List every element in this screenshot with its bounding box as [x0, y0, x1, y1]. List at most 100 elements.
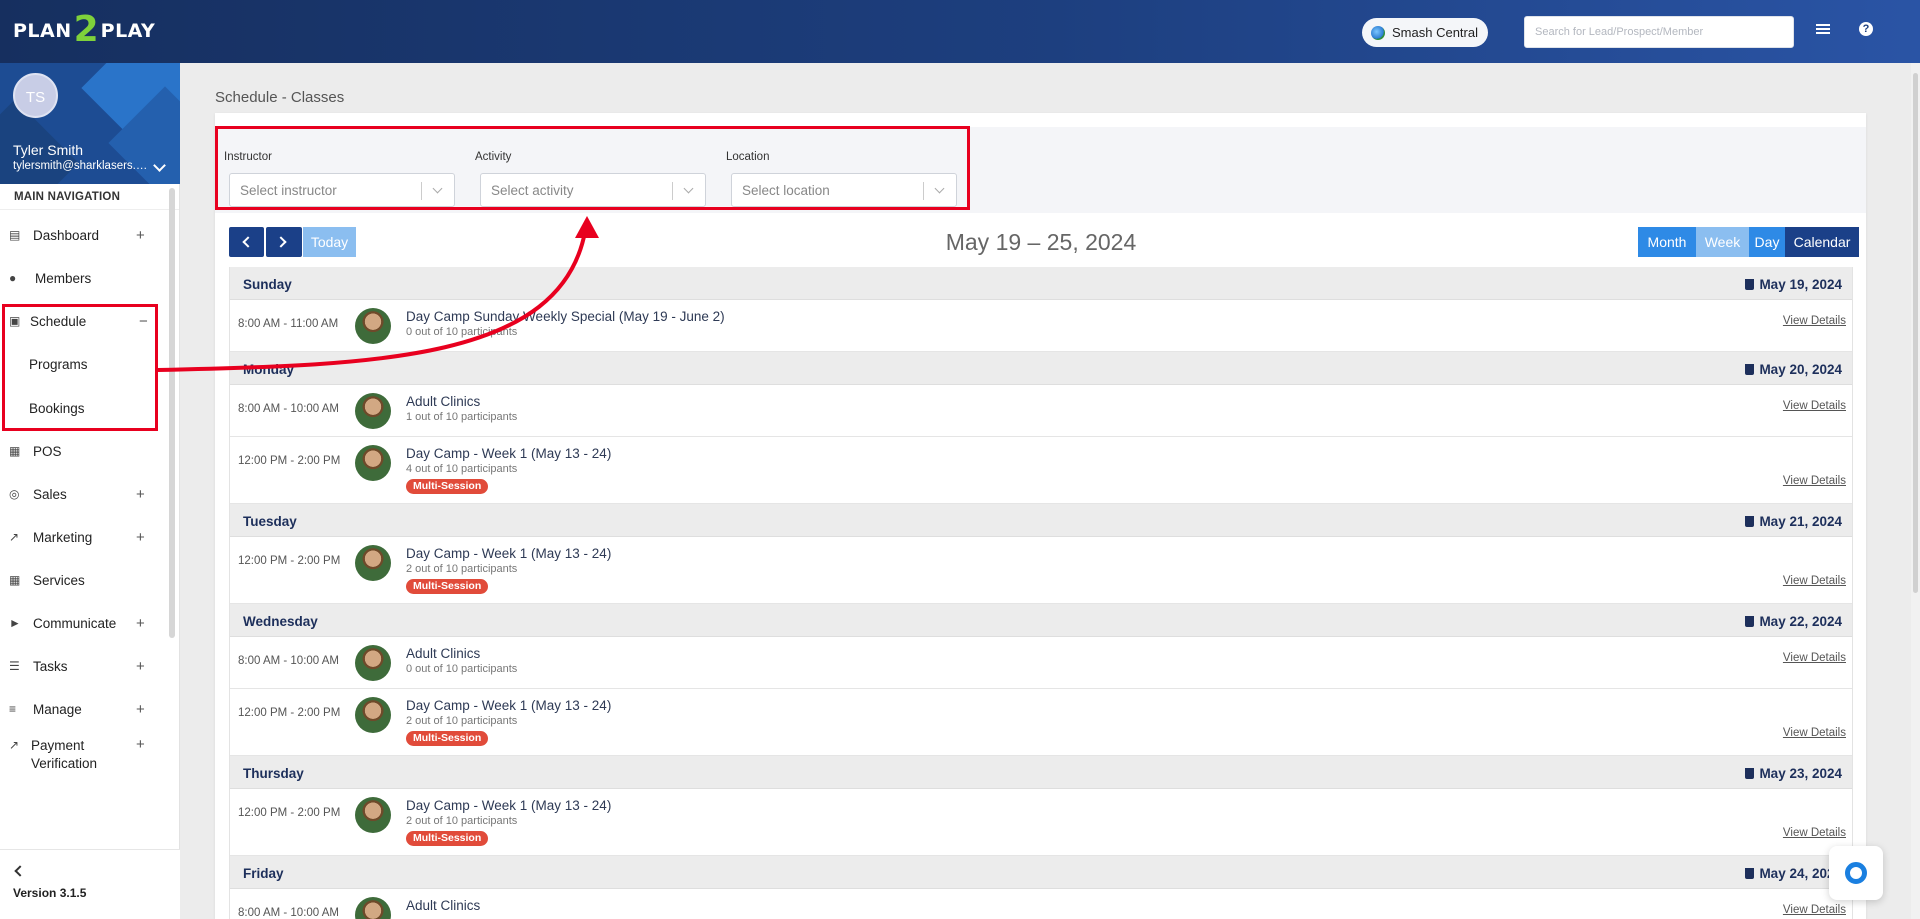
- view-calendar-button[interactable]: Calendar: [1785, 227, 1859, 257]
- megaphone-icon: ►: [9, 615, 21, 630]
- event-name: Day Camp - Week 1 (May 13 - 24): [406, 446, 612, 461]
- event-time: 8:00 AM - 10:00 AM: [238, 907, 340, 919]
- expand-icon[interactable]: +: [136, 701, 145, 718]
- help-icon[interactable]: ?: [1859, 22, 1873, 36]
- event-name: Adult Clinics: [406, 394, 481, 409]
- day-date: May 24, 2024: [1745, 866, 1842, 881]
- event-time: 12:00 PM - 2:00 PM: [238, 455, 341, 467]
- sidebar-item-label: Marketing: [33, 529, 93, 545]
- event-participants: 4 out of 10 participants: [406, 463, 518, 475]
- expand-icon[interactable]: +: [136, 658, 145, 675]
- trash-icon[interactable]: [1745, 616, 1755, 627]
- view-week-button[interactable]: Week: [1696, 227, 1749, 257]
- schedule-card: Instructor Select instructor Activity Se…: [215, 113, 1866, 919]
- event-time: 12:00 PM - 2:00 PM: [238, 707, 341, 719]
- expand-icon[interactable]: +: [136, 486, 145, 503]
- day-header: Friday May 24, 2024: [230, 856, 1852, 889]
- prev-button[interactable]: [229, 227, 264, 257]
- sidebar-item-label: Payment: [31, 738, 85, 753]
- sidebar-item-label: Tasks: [33, 658, 68, 674]
- line-chart-icon: ↗: [9, 529, 20, 544]
- event-participants: 2 out of 10 participants: [406, 715, 518, 727]
- event-name: Adult Clinics: [406, 898, 481, 913]
- trash-icon[interactable]: [1745, 364, 1755, 375]
- schedule-row: 8:00 AM - 10:00 AM Adult Clinics View Deta…: [230, 889, 1852, 919]
- lifebuoy-icon: [1845, 862, 1867, 884]
- view-month-button[interactable]: Month: [1638, 227, 1696, 257]
- chart-icon: ▤: [9, 227, 21, 242]
- chevron-left-icon[interactable]: [14, 865, 26, 877]
- view-details-link[interactable]: View Details: [1783, 827, 1846, 839]
- event-participants: 2 out of 10 participants: [406, 815, 518, 827]
- app-logo[interactable]: PLAN 2 PLAY: [13, 12, 155, 48]
- sidebar-item-label: Services: [33, 572, 85, 588]
- user-name: Tyler Smith: [13, 142, 84, 158]
- sidebar-item-communicate[interactable]: ► Communicate +: [0, 603, 170, 643]
- sidebar-scrollbar[interactable]: [169, 188, 175, 638]
- event-time: 8:00 AM - 10:00 AM: [238, 403, 340, 415]
- expand-icon[interactable]: +: [136, 227, 145, 244]
- day-name: Sunday: [243, 277, 292, 292]
- support-button[interactable]: [1829, 846, 1883, 900]
- sidebar-item-manage[interactable]: ≡ Manage +: [0, 689, 170, 729]
- today-button[interactable]: Today: [303, 227, 356, 257]
- multi-session-badge: Multi-Session: [406, 831, 489, 846]
- logo-text-left: PLAN: [13, 20, 72, 42]
- view-details-link[interactable]: View Details: [1783, 904, 1846, 916]
- event-name: Adult Clinics: [406, 646, 481, 661]
- view-day-button[interactable]: Day: [1749, 227, 1785, 257]
- trash-icon[interactable]: [1745, 516, 1755, 527]
- sidebar-item-dashboard[interactable]: ▤ Dashboard +: [0, 215, 170, 255]
- trash-icon[interactable]: [1745, 768, 1755, 779]
- sidebar-item-marketing[interactable]: ↗ Marketing +: [0, 517, 170, 557]
- day-date-text: May 20, 2024: [1759, 362, 1842, 377]
- sidebar-footer: Version 3.1.5: [0, 849, 180, 919]
- view-details-link[interactable]: View Details: [1783, 652, 1846, 664]
- sidebar-item-label: Communicate: [33, 615, 117, 631]
- day-date-text: May 22, 2024: [1759, 614, 1842, 629]
- app-version: Version 3.1.5: [13, 886, 87, 900]
- sidebar-item-services[interactable]: ▦ Services: [0, 560, 170, 600]
- sidebar-item-sales[interactable]: ◎ Sales +: [0, 474, 170, 514]
- day-name: Thursday: [243, 766, 304, 781]
- page-scrollbar[interactable]: [1911, 63, 1920, 919]
- view-details-link[interactable]: View Details: [1783, 475, 1846, 487]
- sidebar-item-members[interactable]: ● Members: [0, 258, 170, 298]
- schedule-row: 8:00 AM - 10:00 AM Adult Clinics 1 out of …: [230, 385, 1852, 437]
- day-date-text: May 21, 2024: [1759, 514, 1842, 529]
- annotation-schedule-box: [2, 304, 158, 431]
- event-participants: 1 out of 10 participants: [406, 411, 518, 423]
- sidebar-item-payment-verification[interactable]: ↗ Payment Verification +: [0, 732, 170, 782]
- grid-icon: ▦: [9, 572, 21, 587]
- event-time: 12:00 PM - 2:00 PM: [238, 555, 341, 567]
- event-time: 8:00 AM - 10:00 AM: [238, 655, 340, 667]
- day-header: Wednesday May 22, 2024: [230, 604, 1852, 637]
- next-button[interactable]: [266, 227, 302, 257]
- search-input[interactable]: [1524, 16, 1794, 48]
- menu-icon[interactable]: [1816, 22, 1830, 36]
- schedule-list: Sunday May 19, 2024 8:00 AM - 11:00 AM Day …: [229, 267, 1853, 919]
- day-name: Tuesday: [243, 514, 297, 529]
- globe-icon: [1371, 25, 1385, 40]
- expand-icon[interactable]: +: [136, 529, 145, 546]
- expand-icon[interactable]: +: [136, 615, 145, 632]
- sidebar-item-pos[interactable]: ▦ POS: [0, 431, 170, 471]
- day-header: Tuesday May 21, 2024: [230, 504, 1852, 537]
- trash-icon[interactable]: [1745, 279, 1755, 290]
- event-name: Day Camp - Week 1 (May 13 - 24): [406, 698, 612, 713]
- instructor-avatar: [355, 545, 391, 581]
- schedule-row: 8:00 AM - 11:00 AM Day Camp Sunday Weekly…: [230, 300, 1852, 352]
- location-selector[interactable]: Smash Central: [1362, 18, 1488, 47]
- event-time: 8:00 AM - 11:00 AM: [238, 318, 339, 330]
- chevron-left-icon: [242, 236, 254, 248]
- view-details-link[interactable]: View Details: [1783, 315, 1846, 327]
- instructor-avatar: [355, 897, 391, 919]
- view-details-link[interactable]: View Details: [1783, 575, 1846, 587]
- view-details-link[interactable]: View Details: [1783, 400, 1846, 412]
- trash-icon[interactable]: [1745, 868, 1755, 879]
- sidebar-item-tasks[interactable]: ☰ Tasks +: [0, 646, 170, 686]
- expand-icon[interactable]: +: [136, 736, 145, 753]
- event-participants: 0 out of 10 participants: [406, 326, 518, 338]
- view-details-link[interactable]: View Details: [1783, 727, 1846, 739]
- list-icon: ☰: [9, 658, 20, 673]
